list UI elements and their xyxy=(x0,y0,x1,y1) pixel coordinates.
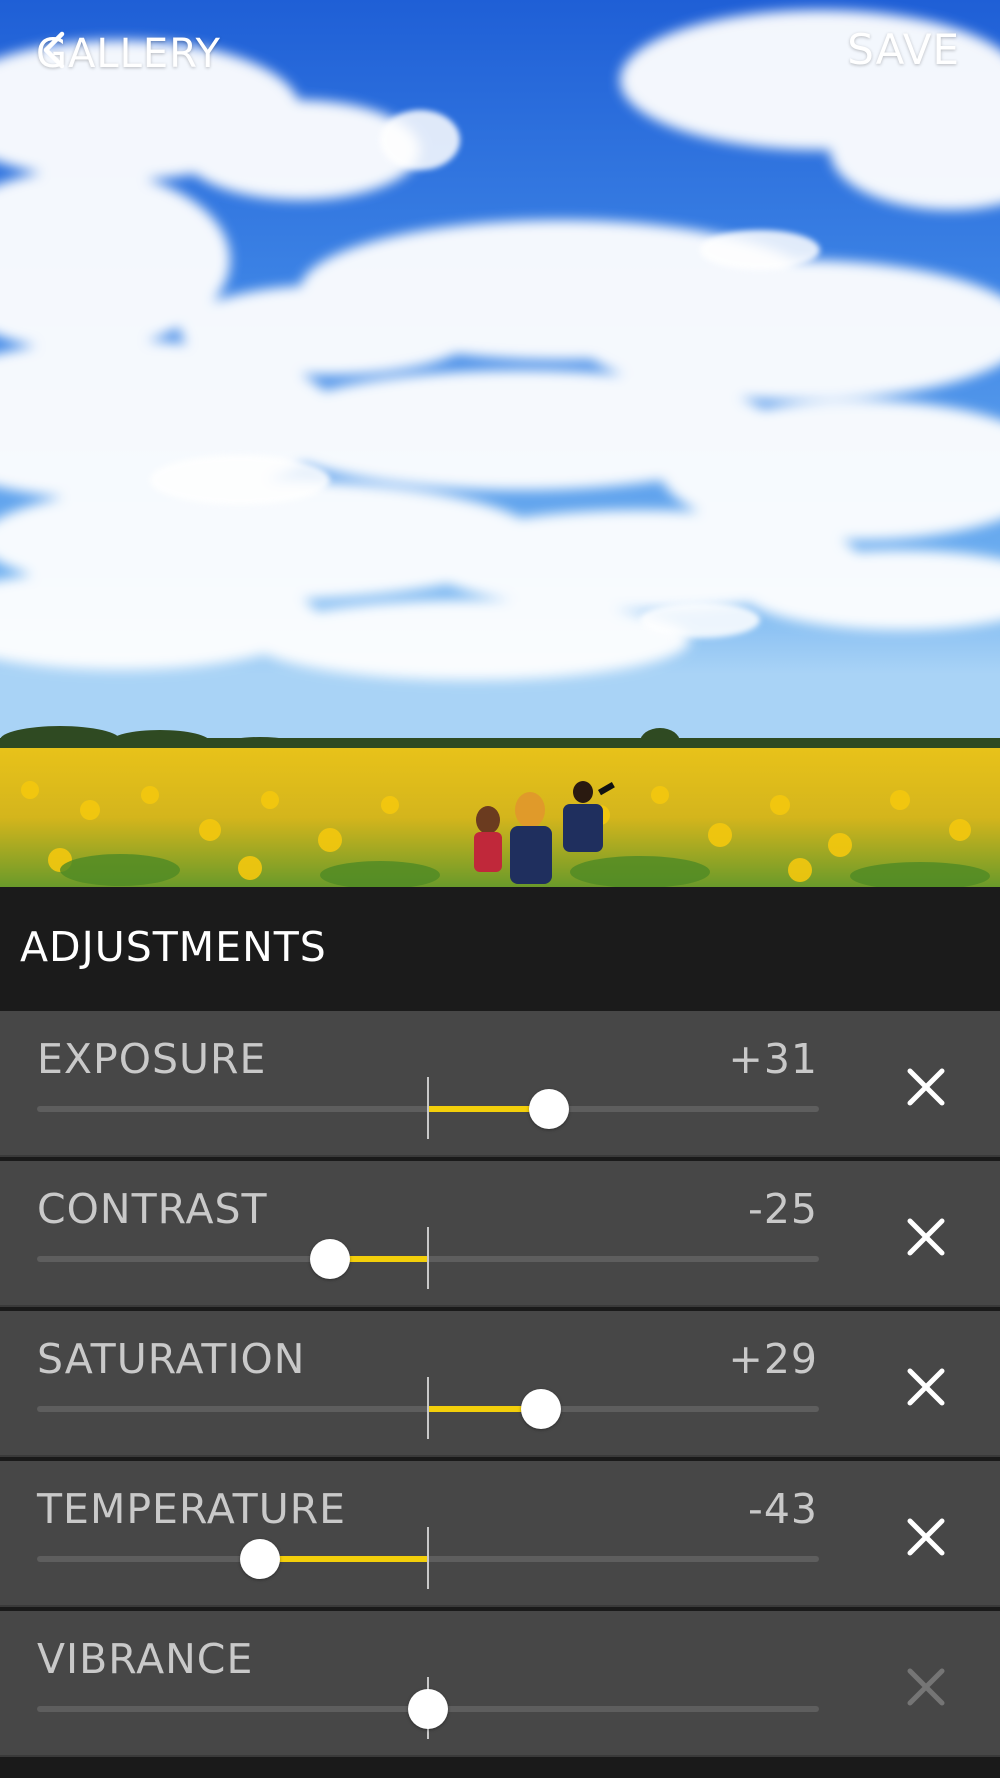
close-icon xyxy=(907,1218,945,1256)
contrast-label: CONTRAST xyxy=(37,1185,268,1233)
vibrance-label: VIBRANCE xyxy=(37,1635,254,1683)
saturation-label: SATURATION xyxy=(37,1335,306,1383)
exposure-value: +31 xyxy=(728,1035,818,1083)
exposure-reset-button[interactable] xyxy=(896,1057,956,1117)
close-icon xyxy=(907,1068,945,1106)
adjustment-row-saturation: SATURATION +29 xyxy=(0,1311,1000,1457)
close-icon xyxy=(907,1518,945,1556)
adjustment-row-temperature: TEMPERATURE -43 xyxy=(0,1461,1000,1607)
adjustment-row-contrast: CONTRAST -25 xyxy=(0,1161,1000,1307)
photo-image xyxy=(0,10,1000,887)
adjustment-row-exposure: EXPOSURE +31 xyxy=(0,1011,1000,1157)
back-to-gallery-button[interactable]: GALLERY xyxy=(36,28,221,80)
adjustments-header: ADJUSTMENTS xyxy=(0,887,1000,1011)
save-button[interactable]: SAVE xyxy=(847,24,960,76)
contrast-slider-thumb[interactable] xyxy=(310,1239,351,1279)
saturation-reset-button[interactable] xyxy=(896,1357,956,1417)
temperature-center-tick xyxy=(427,1527,429,1589)
saturation-slider-thumb[interactable] xyxy=(521,1389,562,1429)
contrast-value: -25 xyxy=(748,1185,818,1233)
vibrance-slider-thumb[interactable] xyxy=(408,1689,448,1729)
exposure-center-tick xyxy=(427,1077,429,1139)
temperature-value: -43 xyxy=(748,1485,818,1533)
close-icon xyxy=(907,1368,945,1406)
adjustments-list: EXPOSURE +31 CONTRAST -25 SATURATION +29 xyxy=(0,1011,1000,1761)
vibrance-reset-button[interactable] xyxy=(896,1657,956,1717)
contrast-reset-button[interactable] xyxy=(896,1207,956,1267)
temperature-slider-thumb[interactable] xyxy=(239,1539,280,1579)
chevron-left-icon xyxy=(43,31,65,69)
saturation-value: +29 xyxy=(728,1335,818,1383)
exposure-slider-thumb[interactable] xyxy=(529,1089,570,1129)
adjustments-title: ADJUSTMENTS xyxy=(20,923,327,971)
temperature-reset-button[interactable] xyxy=(896,1507,956,1567)
adjustment-row-vibrance: VIBRANCE xyxy=(0,1611,1000,1757)
top-bar: GALLERY SAVE xyxy=(0,0,1000,110)
exposure-label: EXPOSURE xyxy=(37,1035,267,1083)
temperature-slider-fill xyxy=(259,1556,428,1562)
saturation-center-tick xyxy=(427,1377,429,1439)
photo-preview: GALLERY SAVE xyxy=(0,0,1000,887)
contrast-center-tick xyxy=(427,1227,429,1289)
temperature-label: TEMPERATURE xyxy=(37,1485,347,1533)
close-icon xyxy=(907,1668,945,1706)
